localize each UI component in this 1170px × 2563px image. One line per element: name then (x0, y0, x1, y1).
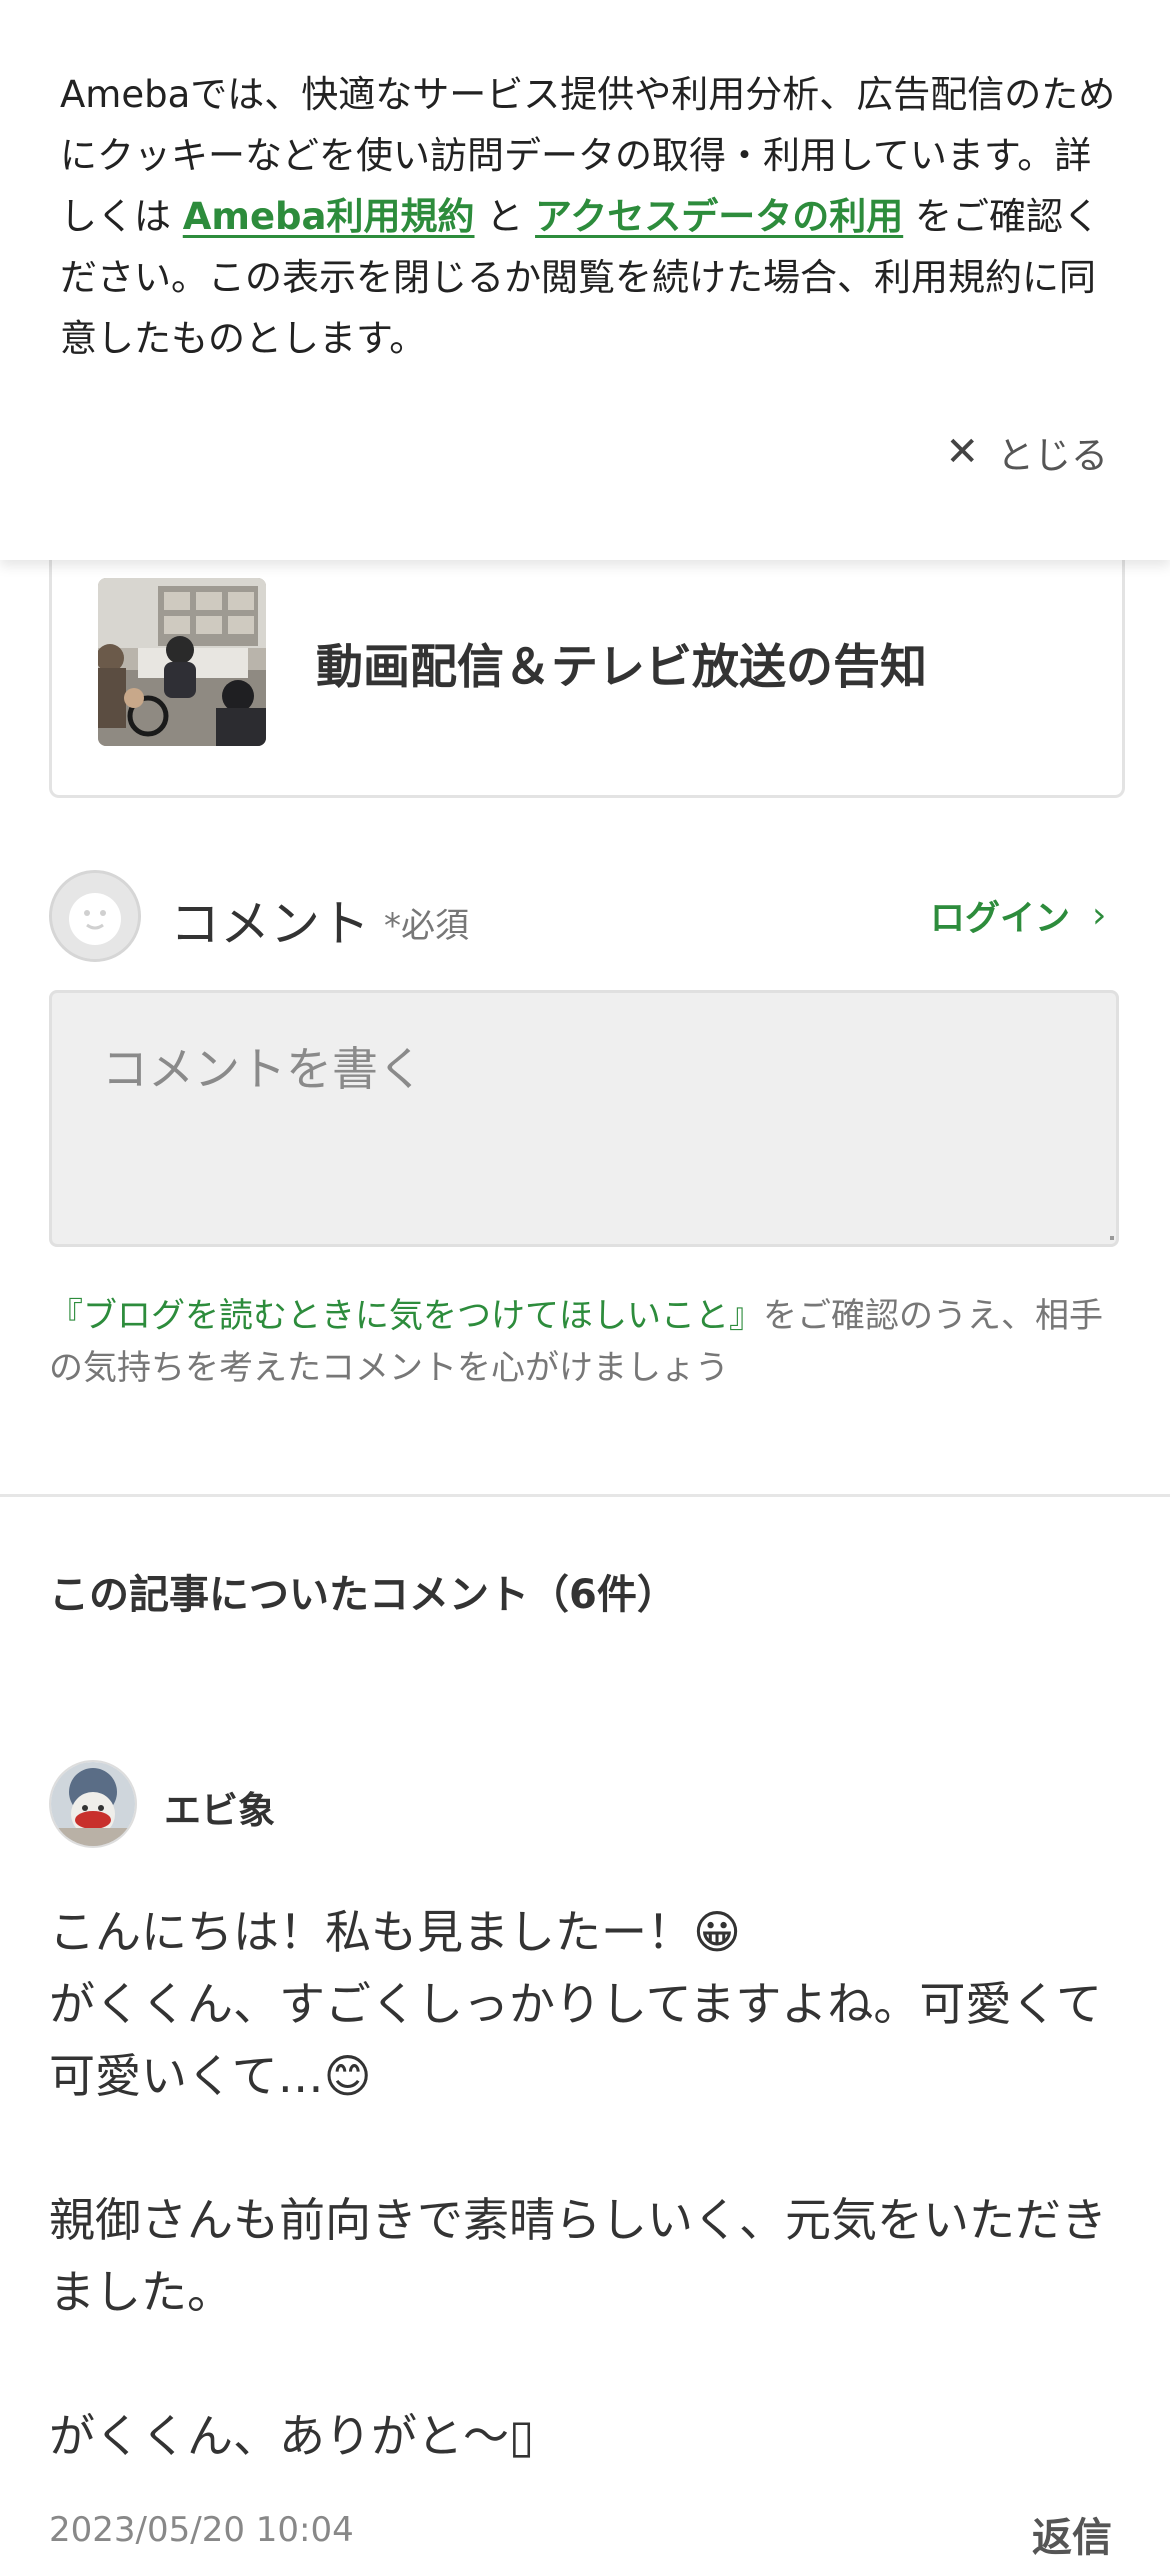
comment-blank-line (49, 2328, 1139, 2400)
login-link[interactable]: ログイン › (930, 890, 1106, 941)
login-label: ログイン (930, 899, 1071, 939)
comment-body: こんにちは！私も見ましたー！😀 がくくん、すごくしっかりしてますよね。可愛くて可… (49, 1896, 1139, 2472)
close-label: とじる (997, 434, 1108, 477)
comment-line: がくくん、ありがと〜▯ (49, 2409, 535, 2463)
comment-textarea[interactable]: コメントを書く (49, 990, 1119, 1247)
terms-link[interactable]: Ameba利用規約 (183, 195, 475, 238)
guest-face-icon (52, 873, 138, 959)
close-banner-button[interactable]: ✕ とじる (945, 422, 1108, 482)
thumbnail-image (98, 578, 266, 746)
chevron-right-icon: › (1092, 895, 1107, 936)
comment-guideline: 『ブログを読むときに気をつけてほしいこと』をご確認のうえ、相手の気持ちを考えたコ… (49, 1290, 1129, 1394)
cookie-banner: Amebaでは、快適なサービス提供や利用分析、広告配信のためにクッキーなどを使い… (0, 0, 1170, 560)
cookie-notice-text: Amebaでは、快適なサービス提供や利用分析、広告配信のためにクッキーなどを使い… (60, 64, 1120, 369)
commenter-avatar[interactable] (49, 1760, 137, 1848)
comment-blank-line (49, 2112, 1139, 2184)
reply-button[interactable]: 返信 (1032, 2505, 1112, 2563)
guest-avatar (49, 870, 141, 962)
comment-line: 親御さんも前向きで素晴らしいく、元気をいただきました。 (49, 2193, 1107, 2319)
section-divider (0, 1494, 1170, 1497)
required-mark: *必須 (384, 906, 469, 946)
comment-date: 2023/05/20 10:04 (49, 2510, 354, 2550)
comment-line: がくくん、すごくしっかりしてますよね。可愛くて可愛いくて…😊 (49, 1977, 1102, 2103)
resize-handle[interactable] (1110, 1236, 1114, 1240)
close-icon: ✕ (945, 429, 979, 475)
commenter-name[interactable]: エビ象 (164, 1780, 275, 1834)
guideline-link[interactable]: 『ブログを読むときに気をつけてほしいこと』 (49, 1296, 763, 1336)
access-data-link[interactable]: アクセスデータの利用 (535, 195, 903, 238)
related-article-thumbnail[interactable] (98, 578, 266, 746)
comment-form-heading: コメント (170, 895, 370, 953)
comment-line: こんにちは！私も見ましたー！😀 (49, 1905, 741, 1959)
comments-count-heading: この記事についたコメント（6件） (49, 1572, 677, 1618)
cookie-text-part2: と (474, 195, 536, 238)
commenter-avatar-image (51, 1762, 135, 1846)
related-article-title[interactable]: 動画配信＆テレビ放送の告知 (316, 628, 927, 697)
